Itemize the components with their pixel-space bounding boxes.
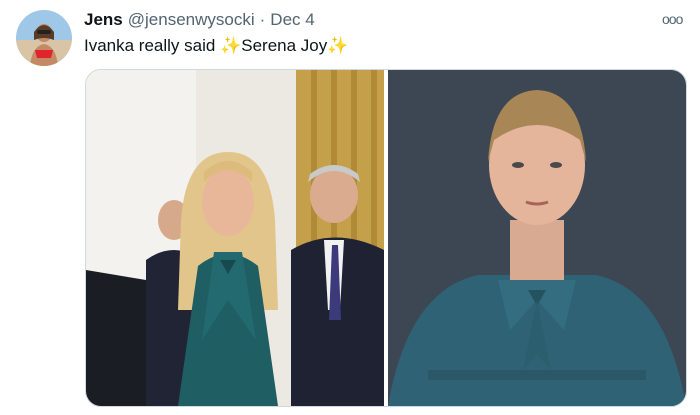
sparkles-icon: ✨ bbox=[327, 36, 349, 55]
tweet-header: Jens @jensenwysocki · Dec 4 bbox=[84, 10, 315, 32]
photo-left[interactable] bbox=[86, 70, 384, 406]
sparkles-icon: ✨ bbox=[220, 36, 242, 55]
author-handle[interactable]: @jensenwysocki bbox=[128, 10, 255, 30]
photo-right[interactable] bbox=[388, 70, 686, 406]
tweet-date[interactable]: Dec 4 bbox=[270, 10, 314, 30]
separator-dot: · bbox=[259, 10, 266, 29]
more-options-icon[interactable]: ooo bbox=[662, 12, 683, 26]
tweet-text-part-1: Ivanka really said bbox=[84, 36, 216, 55]
tweet-text: Ivanka really said ✨Serena Joy✨ bbox=[84, 36, 348, 56]
author-name[interactable]: Jens bbox=[84, 10, 123, 30]
avatar[interactable] bbox=[16, 10, 72, 66]
tweet-media bbox=[85, 69, 687, 407]
tweet-text-part-2: Serena Joy bbox=[241, 36, 328, 55]
